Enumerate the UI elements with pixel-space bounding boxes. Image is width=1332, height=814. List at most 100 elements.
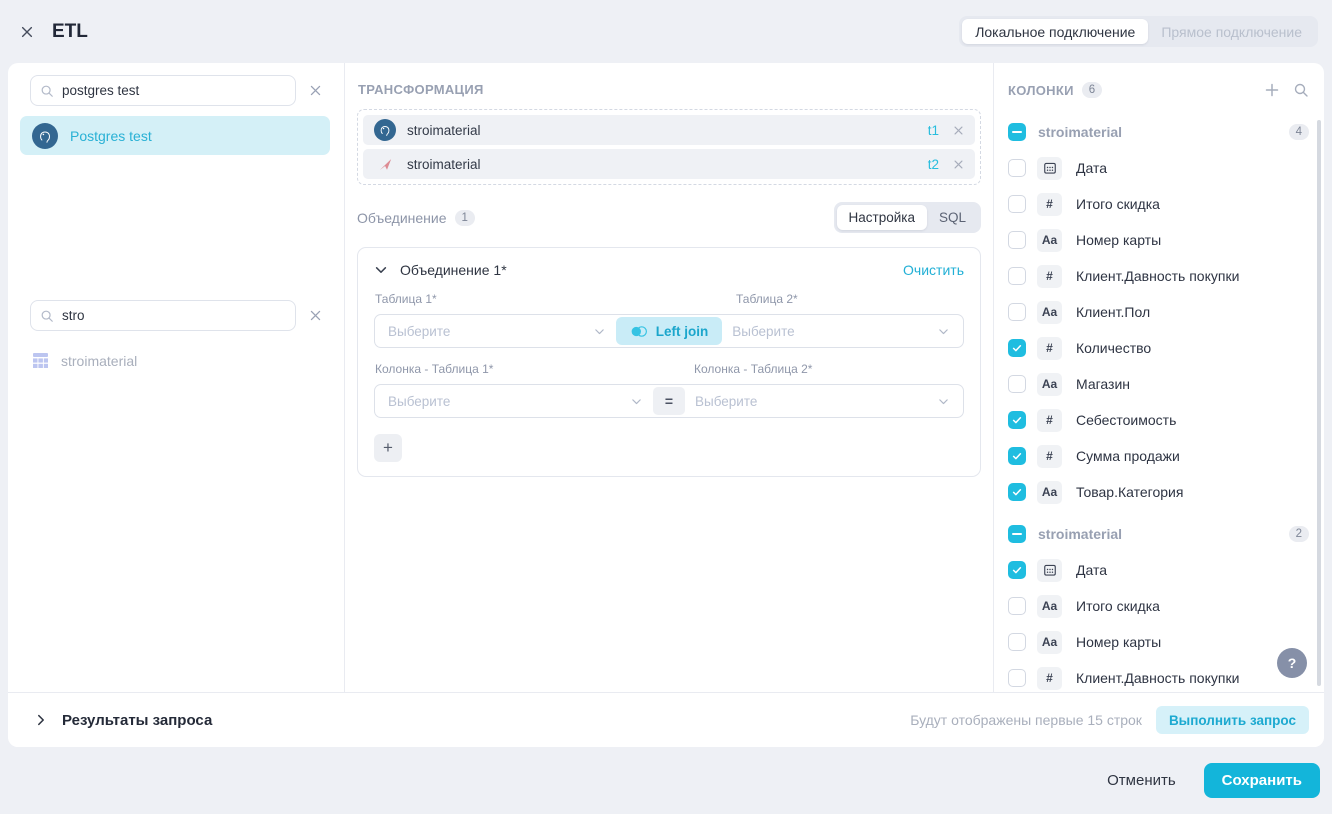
column-group-row: stroimaterial4 xyxy=(1008,114,1309,150)
column-row: AaМагазин xyxy=(1008,366,1309,402)
column-label: Количество xyxy=(1076,340,1151,356)
column1-label: Колонка - Таблица 1* xyxy=(375,362,493,376)
table-search-row xyxy=(8,300,344,331)
chevron-down-icon[interactable] xyxy=(374,263,388,277)
column-label: Номер карты xyxy=(1076,634,1161,650)
column1-select-placeholder: Выберите xyxy=(388,394,450,409)
join-operator-button[interactable]: = xyxy=(653,387,685,415)
join-section-header: Объединение 1 Настройка SQL xyxy=(357,202,981,233)
column-checkbox[interactable] xyxy=(1008,267,1026,285)
hash-icon: # xyxy=(1037,667,1062,690)
connection-item-postgres-test[interactable]: Postgres test xyxy=(20,116,330,155)
run-query-button[interactable]: Выполнить запрос xyxy=(1156,706,1309,734)
table-search-input[interactable] xyxy=(62,308,286,323)
column-label: Дата xyxy=(1076,160,1107,176)
add-column-icon[interactable] xyxy=(1264,82,1280,98)
local-connection-tab[interactable]: Локальное подключение xyxy=(962,19,1148,44)
column-row: # Клиент.Давность покупки xyxy=(1008,660,1309,692)
join-section-label: Объединение xyxy=(357,210,447,226)
table-search[interactable] xyxy=(30,300,296,331)
group-count-badge: 2 xyxy=(1289,526,1309,542)
join-view-toggle: Настройка SQL xyxy=(834,202,981,233)
table-labels-row: Таблица 1* Таблица 2* xyxy=(374,292,964,307)
group-label: stroimaterial xyxy=(1038,124,1122,140)
transformation-item[interactable]: stroimaterialt2 xyxy=(363,149,975,179)
connection-search-input[interactable] xyxy=(62,83,286,98)
columns-list: stroimaterial4Дата#Итого скидкаAaНомер к… xyxy=(1008,114,1309,692)
column-checkbox[interactable] xyxy=(1008,669,1026,687)
cancel-button[interactable]: Отменить xyxy=(1097,764,1186,797)
column-checkbox[interactable] xyxy=(1008,633,1026,651)
remove-icon[interactable] xyxy=(953,125,964,136)
results-title: Результаты запроса xyxy=(62,712,212,729)
column1-select[interactable]: Выберите xyxy=(378,385,653,417)
add-condition-button[interactable]: + xyxy=(374,434,402,462)
column-checkbox[interactable] xyxy=(1008,375,1026,393)
table2-select[interactable]: Выберите xyxy=(722,315,960,347)
direct-connection-tab[interactable]: Прямое подключение xyxy=(1148,19,1315,44)
join-type-label: Left join xyxy=(656,324,709,339)
search-icon xyxy=(40,84,54,98)
remove-icon[interactable] xyxy=(953,159,964,170)
column2-select-placeholder: Выберите xyxy=(695,394,757,409)
search-columns-icon[interactable] xyxy=(1293,82,1309,98)
tab-sql[interactable]: SQL xyxy=(927,205,978,230)
column-group-row: stroimaterial 2 xyxy=(1008,516,1309,552)
help-button[interactable]: ? xyxy=(1277,648,1307,678)
table-select-row: Выберите Left join Выберите xyxy=(374,314,964,348)
dart-icon xyxy=(374,153,396,175)
clear-join-button[interactable]: Очистить xyxy=(903,262,964,278)
join-type-button[interactable]: Left join xyxy=(616,317,723,345)
tab-settings[interactable]: Настройка xyxy=(837,205,927,230)
connection-label: Postgres test xyxy=(70,128,152,144)
calendar-icon xyxy=(1037,157,1062,180)
column-checkbox[interactable] xyxy=(1008,303,1026,321)
column-checkbox[interactable] xyxy=(1008,195,1026,213)
column-checkbox[interactable] xyxy=(1008,339,1026,357)
chevron-right-icon[interactable] xyxy=(34,713,48,727)
main-card: Postgres test stroimaterial ТРАНСФОРМАЦИ… xyxy=(8,63,1324,747)
transformation-dropzone[interactable]: stroimaterialt1 stroimaterialt2 xyxy=(357,109,981,185)
column-row: AaКлиент.Пол xyxy=(1008,294,1309,330)
join-card-header: Объединение 1* Очистить xyxy=(374,262,964,278)
column-label: Клиент.Давность покупки xyxy=(1076,670,1239,686)
column-checkbox[interactable] xyxy=(1008,561,1026,579)
column-checkbox[interactable] xyxy=(1008,411,1026,429)
column-row: # Количество xyxy=(1008,330,1309,366)
column-label: Себестоимость xyxy=(1076,412,1176,428)
transformation-panel: ТРАНСФОРМАЦИЯ stroimaterialt1stroimateri… xyxy=(345,63,994,692)
table-search-clear-icon[interactable] xyxy=(309,309,322,322)
join-card: Объединение 1* Очистить Таблица 1* Табли… xyxy=(357,247,981,477)
group-checkbox[interactable] xyxy=(1008,525,1026,543)
table1-label: Таблица 1* xyxy=(375,292,437,306)
table1-select[interactable]: Выберите xyxy=(378,315,616,347)
columns-scrollbar[interactable] xyxy=(1317,120,1321,686)
group-checkbox[interactable] xyxy=(1008,123,1026,141)
save-button[interactable]: Сохранить xyxy=(1204,763,1320,798)
close-icon[interactable] xyxy=(14,19,40,45)
group-label: stroimaterial xyxy=(1038,526,1122,542)
column-checkbox[interactable] xyxy=(1008,159,1026,177)
columns-title: КОЛОНКИ xyxy=(1008,83,1074,98)
connection-search[interactable] xyxy=(30,75,296,106)
footer: Отменить Сохранить xyxy=(0,747,1332,814)
hash-icon: # xyxy=(1037,445,1062,468)
hash-icon: # xyxy=(1037,337,1062,360)
column-checkbox[interactable] xyxy=(1008,597,1026,615)
column-row: Дата xyxy=(1008,150,1309,186)
column-checkbox[interactable] xyxy=(1008,231,1026,249)
column-checkbox[interactable] xyxy=(1008,483,1026,501)
connection-mode-toggle: Локальное подключение Прямое подключение xyxy=(959,16,1318,47)
chevron-down-icon xyxy=(593,325,606,338)
table-item-stroimaterial[interactable]: stroimaterial xyxy=(8,352,344,369)
connection-search-clear-icon[interactable] xyxy=(309,84,322,97)
column2-select[interactable]: Выберите xyxy=(685,385,960,417)
transformation-item[interactable]: stroimaterialt1 xyxy=(363,115,975,145)
column-checkbox[interactable] xyxy=(1008,447,1026,465)
column-row: AaТовар.Категория xyxy=(1008,474,1309,510)
column-label: Дата xyxy=(1076,562,1107,578)
table2-label: Таблица 2* xyxy=(736,292,798,306)
postgres-icon xyxy=(374,119,396,141)
chevron-down-icon xyxy=(630,395,643,408)
results-bar: Результаты запроса Будут отображены перв… xyxy=(8,692,1324,747)
